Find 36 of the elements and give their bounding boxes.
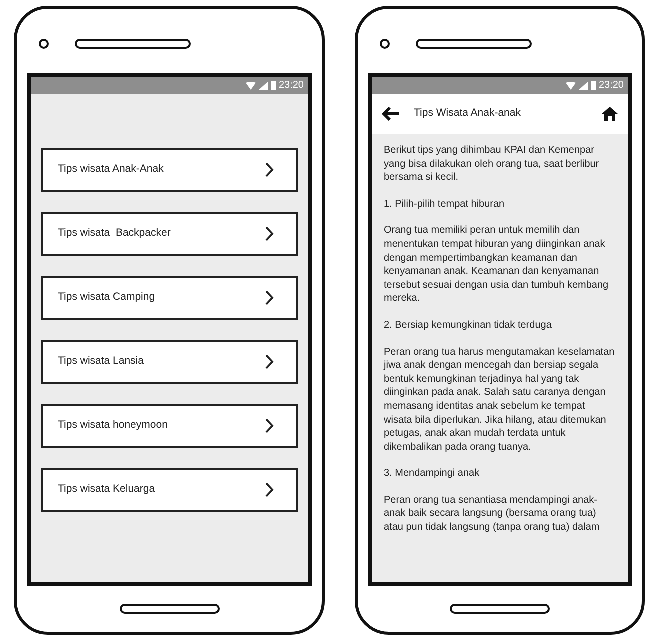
signal-icon [578,82,588,90]
battery-icon [590,81,596,90]
article-paragraph: 1. Pilih-pilih tempat hiburan [384,198,506,212]
home-bar-icon [120,604,220,614]
article-paragraph: Peran orang tua harus mengutamakan keselamatan jiwa anak dengan mencegah dan bersiap segala bentuk kemungkinan terjadinya hal yang tak diinginkan pada anak. Salah satu caranya dengan memasang identitas anak sebelum ke tempat wisata bila diperlukan. Jika hilang, atau ditemukan petugas, anak akan mudah terdata untuk dikembalikan pada orang tuanya. [384,346,616,454]
camera-icon [380,39,390,49]
chevron-right-icon [265,418,274,434]
menu-item[interactable]: Tips wisata Camping [41,276,298,320]
back-arrow-icon[interactable] [382,107,400,121]
article-paragraph: Peran orang tua senantiasa mendampingi anak-anak baik secara langsung (bersama orang tua) atau pun tidak langsung (tanpa orang tua) dalam [384,494,601,535]
chevron-right-icon [265,162,274,178]
wifi-icon [566,82,576,90]
article-paragraph: 2. Bersiap kemungkinan tidak terduga [384,318,553,333]
camera-icon [39,39,49,49]
menu-item[interactable]: Tips wisata Lansia [41,340,298,384]
speaker-icon [75,39,191,49]
menu-item[interactable]: Tips wisata Backpacker [41,212,298,256]
menu-item[interactable]: Tips wisata honeymoon [41,404,298,448]
status-time: 23:20 [598,79,624,93]
menu-item[interactable]: Tips wisata Keluarga [41,468,298,512]
wifi-icon [246,82,256,90]
speaker-icon [416,39,532,49]
battery-icon [270,81,276,90]
chevron-right-icon [265,482,274,498]
chevron-right-icon [265,226,274,242]
signal-icon [258,82,268,90]
article-paragraph: Orang tua memiliki peran untuk memilih dan menentukan tempat hiburan yang diinginkan anak dengan mempertimbangkan keamanan dan kenyamanan anak. Keamanan dan kenyamanan tersebut sesuai dengan usia dan tumbuh kembang mereka. [384,224,610,306]
home-bar-icon [450,604,550,614]
menu-item[interactable]: Tips wisata Anak-Anak [41,148,298,192]
header-title: Tips Wisata Anak-anak [414,106,522,122]
article-paragraph: Berikut tips yang dihimbau KPAI dan Kemenpar yang bisa dilakukan oleh orang tua, saat berlibur bersama si kecil. [384,144,600,185]
chevron-right-icon [265,290,274,306]
status-time: 23:20 [278,79,304,93]
home-icon[interactable] [602,107,618,121]
chevron-right-icon [265,354,274,370]
article-paragraph: 3. Mendampingi anak [384,467,481,481]
